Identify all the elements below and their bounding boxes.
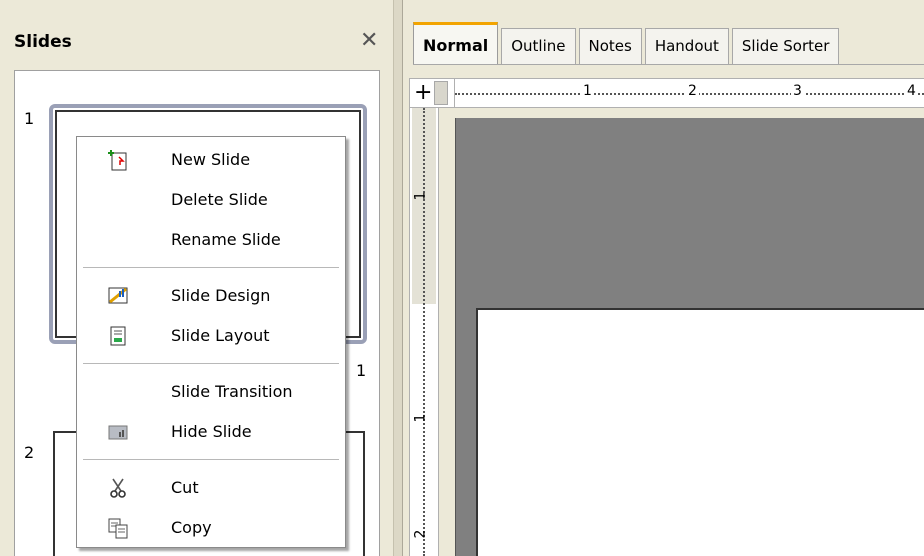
menu-item-delete-slide[interactable]: Delete Slide — [77, 181, 345, 219]
tab-notes[interactable]: Notes — [578, 28, 642, 64]
menu-item-label: Rename Slide — [171, 230, 281, 249]
menu-item-label: Slide Transition — [171, 382, 293, 401]
tab-normal[interactable]: Normal — [413, 22, 499, 64]
ruler-tick-label: 1 — [581, 83, 594, 99]
editor-area: Normal Outline Notes Handout Slide Sorte… — [403, 0, 924, 556]
menu-item-slide-design[interactable]: Slide Design — [77, 277, 345, 315]
tab-outline[interactable]: Outline — [501, 28, 576, 64]
context-menu: New Slide Delete Slide Rename Slide Slid… — [76, 136, 346, 548]
slide-workspace[interactable] — [455, 118, 924, 556]
copy-icon — [108, 518, 128, 539]
close-icon[interactable]: ✕ — [360, 28, 378, 53]
menu-item-label: Copy — [171, 518, 212, 537]
slide-page[interactable] — [476, 308, 924, 556]
menu-item-slide-transition[interactable]: Slide Transition — [77, 373, 345, 411]
tab-stop-marker — [434, 81, 448, 105]
cut-icon — [110, 478, 126, 498]
view-tabs: Normal Outline Notes Handout Slide Sorte… — [413, 22, 842, 64]
new-slide-icon — [108, 150, 127, 171]
pane-splitter[interactable] — [393, 0, 403, 556]
ruler-tick-label: 2 — [686, 83, 699, 99]
ruler-tick-label: 4 — [905, 83, 918, 99]
menu-item-hide-slide[interactable]: Hide Slide — [77, 413, 345, 451]
menu-item-rename-slide[interactable]: Rename Slide — [77, 221, 345, 259]
menu-item-label: Slide Layout — [171, 326, 270, 345]
menu-item-label: New Slide — [171, 150, 251, 169]
tabs-divider — [413, 64, 924, 65]
hide-slide-icon — [108, 425, 128, 440]
ruler-origin-icon: + — [414, 80, 433, 105]
slide-number-2: 2 — [24, 443, 35, 462]
menu-item-label: Delete Slide — [171, 190, 268, 209]
horizontal-ruler[interactable]: 1 2 3 4 — [455, 78, 924, 108]
slide-layout-icon — [110, 326, 126, 346]
slide-label-1: 1 — [356, 361, 367, 380]
ruler-tick-label: 3 — [791, 83, 804, 99]
menu-item-new-slide[interactable]: New Slide — [77, 141, 345, 179]
menu-item-slide-layout[interactable]: Slide Layout — [77, 317, 345, 355]
menu-item-cut[interactable]: Cut — [77, 469, 345, 507]
menu-item-label: Hide Slide — [171, 422, 252, 441]
ruler-corner[interactable]: + — [409, 78, 455, 108]
slide-design-icon — [108, 287, 128, 304]
tab-slide-sorter[interactable]: Slide Sorter — [731, 28, 840, 64]
slide-number-1: 1 — [24, 109, 35, 128]
ruler-tick-label: 1 — [412, 413, 429, 423]
menu-item-label: Cut — [171, 478, 199, 497]
menu-separator — [83, 267, 339, 268]
menu-separator — [83, 363, 339, 364]
menu-separator — [83, 459, 339, 460]
menu-item-copy[interactable]: Copy — [77, 509, 345, 547]
slides-pane-title: Slides — [14, 32, 72, 52]
ruler-tick-label: 2 — [412, 529, 429, 539]
vertical-ruler[interactable]: 1 1 2 — [409, 108, 439, 556]
tab-handout[interactable]: Handout — [644, 28, 729, 64]
ruler-tick-label: 1 — [412, 191, 429, 201]
menu-item-label: Slide Design — [171, 286, 271, 305]
